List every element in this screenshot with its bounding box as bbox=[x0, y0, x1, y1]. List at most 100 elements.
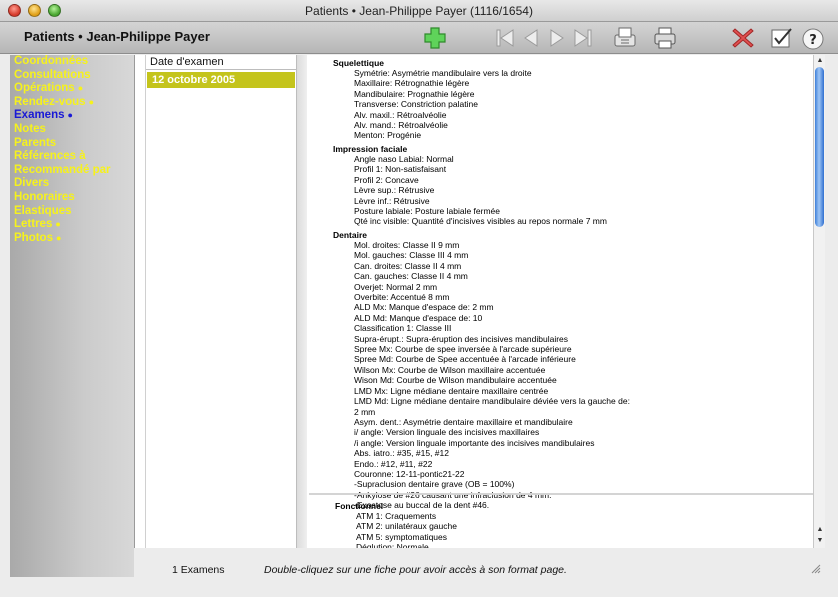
scrollbar-thumb[interactable] bbox=[815, 67, 824, 227]
exam-section: Dentaire Mol. droites: Classe II 9 mm Mol.… bbox=[333, 230, 630, 511]
nav-item-label: Élastiques bbox=[14, 204, 72, 217]
exam-detail-line: Lèvre sup.: Rétrusive bbox=[354, 185, 435, 196]
exam-detail-line: Transverse: Constriction palatine bbox=[354, 99, 478, 110]
section-divider bbox=[309, 493, 813, 495]
exam-detail-line: Symétrie: Asymétrie mandibulaire vers la… bbox=[354, 68, 532, 78]
nav-item-11[interactable]: Élastiques bbox=[10, 205, 134, 219]
exam-detail-line: ATM 5: symptomatiques bbox=[356, 531, 448, 542]
nav-item-label: Photos bbox=[14, 231, 53, 244]
nav-item-dot-icon: ● bbox=[88, 96, 95, 107]
first-record-icon[interactable] bbox=[492, 25, 518, 51]
nav-item-6[interactable]: Parents bbox=[10, 137, 134, 151]
nav-item-10[interactable]: Honoraires bbox=[10, 191, 134, 205]
patient-window: Patients • Jean-Philippe Payer (1116/165… bbox=[0, 0, 838, 597]
exam-detail-line: Mol. gauches: Classe III 4 mm bbox=[354, 250, 469, 261]
nav-item-9[interactable]: Divers bbox=[10, 177, 134, 191]
nav-item-label: Consultations bbox=[14, 68, 91, 81]
detail-scrollbar[interactable]: ▲ ▲ ▼ bbox=[813, 55, 825, 548]
exam-section-title: Fonctionnel bbox=[335, 501, 384, 511]
exam-detail-line: Overjet: Normal 2 mm bbox=[354, 281, 438, 292]
nav-item-3[interactable]: Rendez-vous ● bbox=[10, 96, 134, 110]
exam-detail-line: Profil 2: Concave bbox=[354, 174, 419, 185]
exam-section-title: Impression faciale bbox=[333, 144, 408, 154]
exam-detail-line: Classification 1: Classe III bbox=[354, 323, 452, 334]
exam-detail-line: Supra-érupt.: Supra-éruption des incisiv… bbox=[354, 333, 569, 344]
exam-detail-line: Endo.: #12, #11, #22 bbox=[354, 458, 433, 469]
exam-date-row-selected[interactable]: 12 octobre 2005 bbox=[147, 72, 295, 88]
nav-item-1[interactable]: Consultations bbox=[10, 69, 134, 83]
exam-section-title: Dentaire bbox=[333, 230, 368, 240]
patient-name: Patients • Jean-Philippe Payer bbox=[24, 29, 210, 44]
exam-detail-line: Can. gauches: Classe II 4 mm bbox=[354, 271, 468, 282]
exam-detail-line: Spree Mx: Courbe de spee inversée à l'ar… bbox=[354, 344, 572, 355]
exam-date-column-header[interactable]: Date d'examen bbox=[146, 55, 296, 70]
fax-icon[interactable] bbox=[612, 25, 638, 51]
toolbar: Patients • Jean-Philippe Payer ? bbox=[0, 22, 838, 54]
next-record-icon[interactable] bbox=[544, 25, 570, 51]
nav-item-2[interactable]: Opérations ● bbox=[10, 82, 134, 96]
exam-detail-line: Alv. mand.: Rétroalvéolie bbox=[354, 120, 448, 131]
nav-item-dot-icon: ● bbox=[55, 232, 62, 243]
status-bar: 1 Examens Double-cliquez sur une fiche p… bbox=[134, 548, 824, 577]
scroll-up-arrow-lower-icon[interactable]: ▲ bbox=[815, 525, 825, 535]
nav-item-dot-icon: ● bbox=[77, 83, 84, 94]
exam-detail-line: ALD Mx: Manque d'espace de: 2 mm bbox=[354, 302, 494, 313]
delete-icon[interactable] bbox=[730, 25, 756, 51]
content-pane: Date d'examen 12 octobre 2005 Squelettiq… bbox=[134, 55, 825, 548]
exam-section: Fonctionnel ATM 1: Craquements ATM 2: unil… bbox=[335, 501, 457, 548]
last-record-icon[interactable] bbox=[570, 25, 596, 51]
exam-detail-line: Abs. iatro.: #35, #15, #12 bbox=[354, 448, 449, 459]
nav-item-label: Honoraires bbox=[14, 190, 75, 203]
nav-item-0[interactable]: Coordonnées bbox=[10, 55, 134, 69]
nav-item-13[interactable]: Photos ● bbox=[10, 232, 134, 246]
help-icon[interactable]: ? bbox=[800, 25, 826, 51]
validate-icon[interactable] bbox=[768, 25, 794, 51]
nav-item-label: Coordonnées bbox=[14, 55, 89, 67]
exam-detail-line: ALD Md: Manque d'espace de: 10 bbox=[354, 312, 483, 323]
exam-detail-line: 2 mm bbox=[354, 406, 376, 417]
previous-record-icon[interactable] bbox=[518, 25, 544, 51]
window-title: Patients • Jean-Philippe Payer (1116/165… bbox=[305, 4, 533, 18]
svg-text:?: ? bbox=[809, 33, 817, 48]
exam-detail-line: Wilson Mx: Courbe de Wilson maxillaire a… bbox=[354, 364, 546, 375]
nav-item-7[interactable]: Références à bbox=[10, 150, 134, 164]
nav-item-label: Rendez-vous bbox=[14, 95, 86, 108]
exam-section-title: Squelettique bbox=[333, 58, 385, 68]
nav-item-5[interactable]: Notes bbox=[10, 123, 134, 137]
exam-detail-line: Spree Md: Courbe de Spee accentuée à l'a… bbox=[354, 354, 576, 365]
exam-detail-line: Couronne: 12-11-pontic21-22 bbox=[354, 468, 465, 479]
exam-detail-line: Posture labiale: Posture labiale fermée bbox=[354, 206, 500, 217]
list-separator bbox=[297, 55, 307, 548]
add-icon[interactable] bbox=[422, 25, 448, 51]
nav-item-label: Divers bbox=[14, 177, 50, 190]
exam-detail-line: LMD Md: Ligne médiane dentaire mandibula… bbox=[354, 396, 630, 407]
nav-item-label: Recommandé par bbox=[14, 163, 111, 176]
exam-detail-line: Asym. dent.: Asymétrie dentaire maxillai… bbox=[354, 416, 573, 427]
exam-detail-line: Mol. droites: Classe II 9 mm bbox=[354, 240, 460, 250]
nav-item-4[interactable]: Examens ● bbox=[10, 109, 134, 123]
nav-item-8[interactable]: Recommandé par bbox=[10, 164, 134, 178]
exam-detail-line: /i angle: Version linguale importante de… bbox=[354, 437, 595, 448]
resize-grip-icon[interactable] bbox=[811, 564, 821, 574]
exam-detail-line: Can. droites: Classe II 4 mm bbox=[354, 260, 462, 271]
exam-detail-view: Squelettique Symétrie: Asymétrie mandibul… bbox=[309, 55, 813, 548]
exam-detail-line: Menton: Progénie bbox=[354, 130, 422, 141]
scroll-down-arrow-icon[interactable]: ▼ bbox=[815, 536, 825, 546]
exam-detail-line: Mandibulaire: Prognathie légère bbox=[354, 88, 475, 99]
nav-item-12[interactable]: Lettres ● bbox=[10, 218, 134, 232]
nav-item-label: Références à bbox=[14, 150, 86, 163]
section-nav: Coordonnées Consultations Opérations ● Rende… bbox=[10, 55, 134, 577]
exam-count: 1 Examens bbox=[172, 564, 225, 576]
exam-detail-line: LMD Mx: Ligne médiane dentaire maxillair… bbox=[354, 385, 549, 396]
status-hint: Double-cliquez sur une fiche pour avoir … bbox=[264, 564, 567, 576]
scroll-up-arrow-icon[interactable]: ▲ bbox=[815, 56, 825, 66]
exam-detail-line: Qté inc visible: Quantité d'incisives vi… bbox=[354, 216, 607, 227]
exam-detail-line: -Supraclusion dentaire grave (OB = 100%) bbox=[354, 479, 515, 490]
title-bar: Patients • Jean-Philippe Payer (1116/165… bbox=[0, 0, 838, 22]
exam-detail-line: Angle naso Labial: Normal bbox=[354, 154, 454, 164]
exam-date-list: Date d'examen 12 octobre 2005 bbox=[145, 55, 297, 548]
print-icon[interactable] bbox=[652, 25, 678, 51]
exam-section: Impression faciale Angle naso Labial: Nor… bbox=[333, 144, 607, 227]
nav-item-dot-icon: ● bbox=[55, 219, 61, 230]
exam-detail-line: Maxillaire: Rétrognathie légère bbox=[354, 78, 470, 89]
